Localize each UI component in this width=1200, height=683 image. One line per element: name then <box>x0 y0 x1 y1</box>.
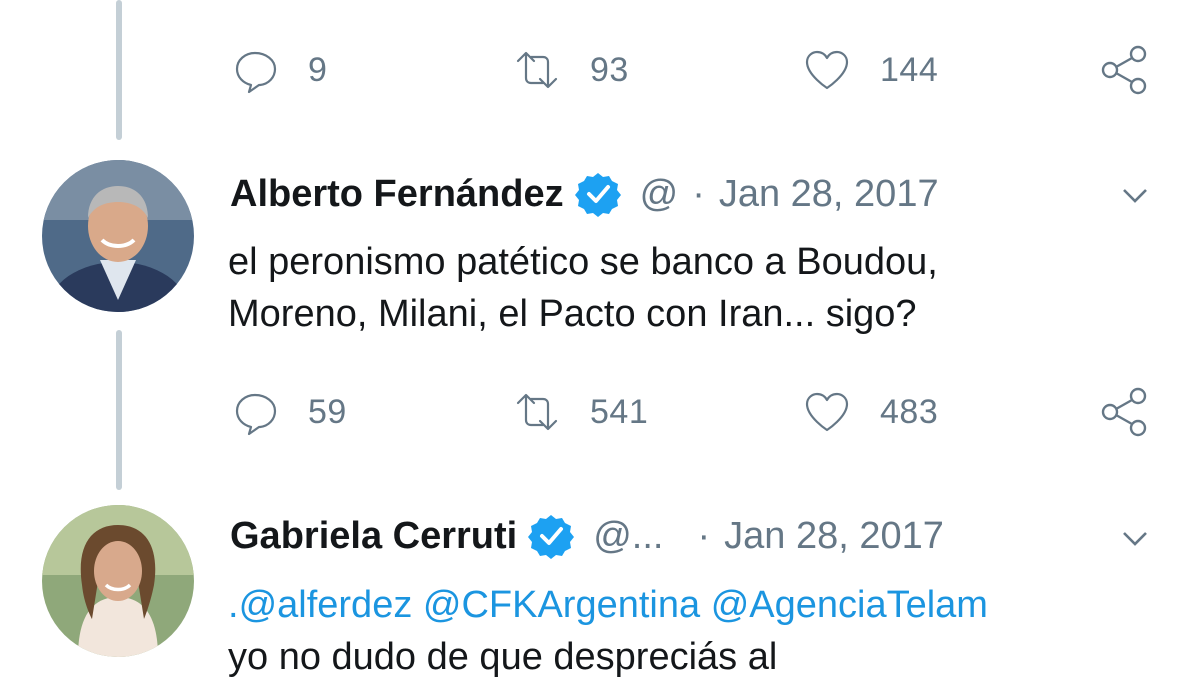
avatar[interactable] <box>42 160 194 312</box>
tweet-text-line: el peronismo patético se banco a Boudou, <box>228 241 938 283</box>
verified-badge-icon <box>574 173 621 217</box>
mention-link[interactable]: @alferdez <box>239 584 413 626</box>
like-count: 144 <box>880 50 939 89</box>
retweet-button[interactable]: 541 <box>512 382 648 442</box>
like-count: 483 <box>880 392 939 431</box>
like-icon <box>805 392 849 432</box>
tweet-menu-button[interactable] <box>1118 521 1152 555</box>
tweet-text-line: yo no dudo de que despreciás al <box>228 636 778 678</box>
tweet-header: Gabriela Cerruti @... · Jan 28, 2017 <box>230 508 944 564</box>
retweet-icon <box>516 51 558 89</box>
share-icon <box>1101 45 1147 95</box>
separator-dot: · <box>692 172 705 215</box>
retweet-button[interactable]: 93 <box>512 40 629 100</box>
like-icon <box>805 50 849 90</box>
reply-icon <box>235 393 277 436</box>
tweet-header: Alberto Fernández @ · Jan 28, 2017 <box>230 166 939 222</box>
tweet-text-line: Moreno, Milani, el Pacto con Iran... sig… <box>228 293 917 335</box>
like-button[interactable]: 483 <box>802 382 938 442</box>
tweet-alberto-actions: 59 541 483 <box>230 382 1150 442</box>
reply-count: 9 <box>308 50 328 89</box>
share-button[interactable] <box>1098 386 1150 438</box>
retweet-count: 541 <box>590 392 649 431</box>
handle[interactable]: @ <box>640 173 679 216</box>
separator-dot: · <box>697 514 711 557</box>
thread-line-top <box>116 0 122 140</box>
handle[interactable]: @... <box>593 515 663 558</box>
chevron-down-icon <box>1123 189 1147 203</box>
display-name[interactable]: Gabriela Cerruti <box>230 515 517 558</box>
share-icon <box>1101 387 1147 437</box>
reply-button[interactable]: 59 <box>230 382 347 442</box>
verified-badge-icon <box>528 515 575 559</box>
thread-line-middle <box>116 330 122 490</box>
reply-button[interactable]: 9 <box>230 40 327 100</box>
retweet-icon <box>516 393 558 431</box>
tweet-text: el peronismo patético se banco a Boudou,… <box>228 236 1168 340</box>
top-tweet-actions: 9 93 144 <box>230 40 1150 100</box>
reply-icon <box>235 51 277 94</box>
chevron-down-icon <box>1123 532 1147 546</box>
retweet-count: 93 <box>590 50 629 89</box>
display-name[interactable]: Alberto Fernández <box>230 173 564 216</box>
tweet-menu-button[interactable] <box>1118 178 1152 212</box>
mention-link[interactable]: @CFKArgentina <box>423 584 700 626</box>
timestamp[interactable]: Jan 28, 2017 <box>724 515 944 558</box>
avatar[interactable] <box>42 505 194 657</box>
mention-link[interactable]: @AgenciaTelam <box>711 584 988 626</box>
tweet-text-line: .@alferdez @CFKArgentina @AgenciaTelam <box>228 579 1198 631</box>
timestamp[interactable]: Jan 28, 2017 <box>719 173 939 216</box>
share-button[interactable] <box>1098 44 1150 96</box>
mention-prefix: . <box>228 584 239 626</box>
reply-count: 59 <box>308 392 347 431</box>
like-button[interactable]: 144 <box>802 40 938 100</box>
tweet-text: .@alferdez @CFKArgentina @AgenciaTelam y… <box>228 579 1198 683</box>
